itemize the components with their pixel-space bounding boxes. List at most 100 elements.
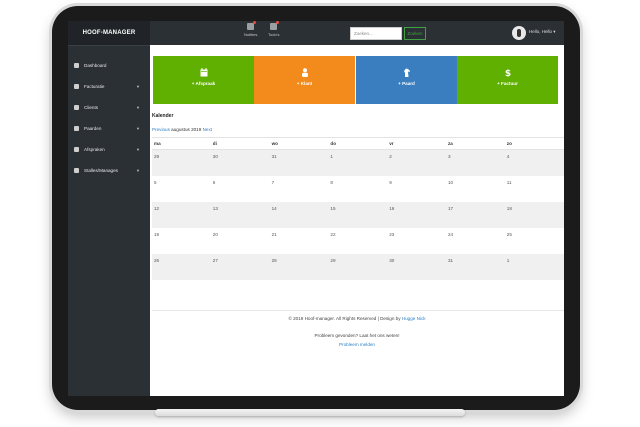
problem-text: Probleem gevonden? Laat het ons weten! <box>314 333 400 338</box>
calendar-week-row: 5 6 7 8 9 10 11 <box>152 176 564 202</box>
horse-icon <box>74 126 79 131</box>
calendar-day-cell[interactable]: 19 <box>152 228 211 254</box>
avatar[interactable] <box>512 26 526 40</box>
calendar-day-cell[interactable]: 25 <box>505 228 564 254</box>
tile-label: + Klant <box>296 81 313 86</box>
calendar-day-cell[interactable]: 13 <box>211 202 270 228</box>
calendar-day-cell[interactable]: 29 <box>152 150 211 176</box>
calendar-title: Kalender <box>152 113 174 119</box>
calendar-day-cell[interactable]: 21 <box>270 228 329 254</box>
calendar-day-cell[interactable]: 9 <box>387 176 446 202</box>
user-menu[interactable]: Hello, Hello ▾ <box>529 29 556 35</box>
calendar-day-cell[interactable]: 10 <box>446 176 505 202</box>
previous-month-link[interactable]: Previous <box>152 127 170 132</box>
calendar-day-cell[interactable]: 5 <box>152 176 211 202</box>
sidebar-item-label: Clients <box>84 105 99 110</box>
search-input[interactable]: Zoeken... <box>350 27 402 40</box>
calendar-day-cell[interactable]: 1 <box>328 150 387 176</box>
weekday-label: do <box>330 141 337 146</box>
search-button[interactable]: Zoeken <box>404 27 426 40</box>
new-invoice-tile[interactable]: $ + Factuur <box>457 56 558 104</box>
next-month-link[interactable]: Next <box>203 127 212 132</box>
calendar-day-cell[interactable]: 27 <box>211 254 270 280</box>
app-screen: HOOF-MANAGER Notities Todo's Zoeken... Z… <box>68 21 564 396</box>
stylus-pencil <box>155 409 465 416</box>
calendar-day-cell[interactable]: 14 <box>270 202 329 228</box>
calendar-day-cell[interactable]: 2 <box>387 150 446 176</box>
calendar-day-cell[interactable]: 20 <box>211 228 270 254</box>
calendar-day-cell[interactable]: 1 <box>505 254 564 280</box>
calendar-week-row: 29 30 31 1 2 3 4 <box>152 150 564 176</box>
report-problem-label: Probleem melden <box>338 342 375 347</box>
sidebar-item-dashboard[interactable]: Dashboard <box>68 55 150 76</box>
tile-label: + Afspraak <box>191 81 216 86</box>
calendar-day-cell[interactable]: 31 <box>446 254 505 280</box>
calendar-week-row: 26 27 28 29 30 31 1 <box>152 254 564 280</box>
calendar-day-cell[interactable]: 16 <box>387 202 446 228</box>
calendar-day-cell[interactable]: 4 <box>505 150 564 176</box>
sidebar-item-clients[interactable]: Clients ▼ <box>68 97 150 118</box>
notifications-button[interactable]: Notities <box>244 21 258 37</box>
sidebar-item-paarden[interactable]: Paarden ▼ <box>68 118 150 139</box>
brand-logo[interactable]: HOOF-MANAGER <box>68 21 150 45</box>
calendar-day-cell[interactable]: 8 <box>328 176 387 202</box>
calendar-day-cell[interactable]: 3 <box>446 150 505 176</box>
report-problem-link[interactable]: Probleem melden <box>150 342 564 347</box>
calendar-day-cell[interactable]: 7 <box>270 176 329 202</box>
calendar-day-cell[interactable]: 6 <box>211 176 270 202</box>
calendar-week-row: 19 20 21 22 23 24 25 <box>152 228 564 254</box>
weekday-label: di <box>212 141 217 146</box>
notifications-label: Notities <box>244 32 258 37</box>
calendar-day-cell[interactable]: 29 <box>328 254 387 280</box>
caret-down-icon: ▼ <box>136 84 140 89</box>
calendar-day-cell[interactable]: 18 <box>505 202 564 228</box>
sidebar-item-stalles[interactable]: Stalles/Manages ▼ <box>68 160 150 181</box>
calendar-day-cell[interactable]: 23 <box>387 228 446 254</box>
calendar-day-cell[interactable]: 24 <box>446 228 505 254</box>
calendar-day-cell[interactable]: 12 <box>152 202 211 228</box>
todos-button[interactable]: Todo's <box>268 21 280 37</box>
calendar-day-cell[interactable]: 31 <box>270 150 329 176</box>
new-horse-tile[interactable]: + Paard <box>356 56 457 104</box>
todos-label: Todo's <box>268 32 280 37</box>
calendar-day-cell[interactable]: 30 <box>211 150 270 176</box>
calendar-day-cell[interactable]: 17 <box>446 202 505 228</box>
calendar-day-cell[interactable]: 26 <box>152 254 211 280</box>
tile-label: + Paard <box>398 81 415 86</box>
stable-icon <box>74 168 79 173</box>
calendar-navigation: Previous augustus 2019 Next <box>152 127 212 132</box>
calendar-day-cell[interactable]: 22 <box>328 228 387 254</box>
designer-link[interactable]: Hugge Nick <box>402 316 426 321</box>
weekday-label: zo <box>506 141 512 146</box>
sidebar-item-facturatie[interactable]: Facturatie ▼ <box>68 76 150 97</box>
weekday-label: wo <box>271 141 278 146</box>
calendar-day-cell[interactable]: 28 <box>270 254 329 280</box>
sidebar-item-label: Facturatie <box>84 84 105 89</box>
chevron-down-icon: ▾ <box>553 29 556 34</box>
users-icon <box>74 105 79 110</box>
horse-icon <box>403 68 410 77</box>
sidebar-item-afspraken[interactable]: Afspraken ▼ <box>68 139 150 160</box>
calendar-header-row: ma di wo do vr za zo <box>152 137 564 150</box>
calendar-week-row: 12 13 14 15 16 17 18 <box>152 202 564 228</box>
sidebar-item-label: Afspraken <box>84 147 105 152</box>
calendar-icon <box>200 68 207 77</box>
caret-down-icon: ▼ <box>136 147 140 152</box>
weekday-label: za <box>447 141 453 146</box>
caret-down-icon: ▼ <box>136 105 140 110</box>
calendar-day-cell[interactable]: 15 <box>328 202 387 228</box>
calendar-day-cell[interactable]: 30 <box>387 254 446 280</box>
notes-icon <box>247 21 257 30</box>
sidebar-item-label: Stalles/Manages <box>84 168 118 173</box>
svg-text:$: $ <box>504 69 510 77</box>
weekday-label: ma <box>154 141 161 146</box>
weekday-label: vr <box>389 141 394 146</box>
sidebar: Dashboard Facturatie ▼ Clients ▼ Paarden… <box>68 45 150 396</box>
footer-divider <box>152 310 564 311</box>
new-client-tile[interactable]: + Klant <box>254 56 355 104</box>
main-content: + Afspraak + Klant + Paard $ + Factuur K… <box>150 45 564 396</box>
calendar-day-cell[interactable]: 11 <box>505 176 564 202</box>
user-label: Hello, Hello <box>529 29 553 34</box>
new-appointment-tile[interactable]: + Afspraak <box>153 56 254 104</box>
footer-copyright: © 2019 Hoof-manager. All Rights Reserved… <box>150 316 564 321</box>
